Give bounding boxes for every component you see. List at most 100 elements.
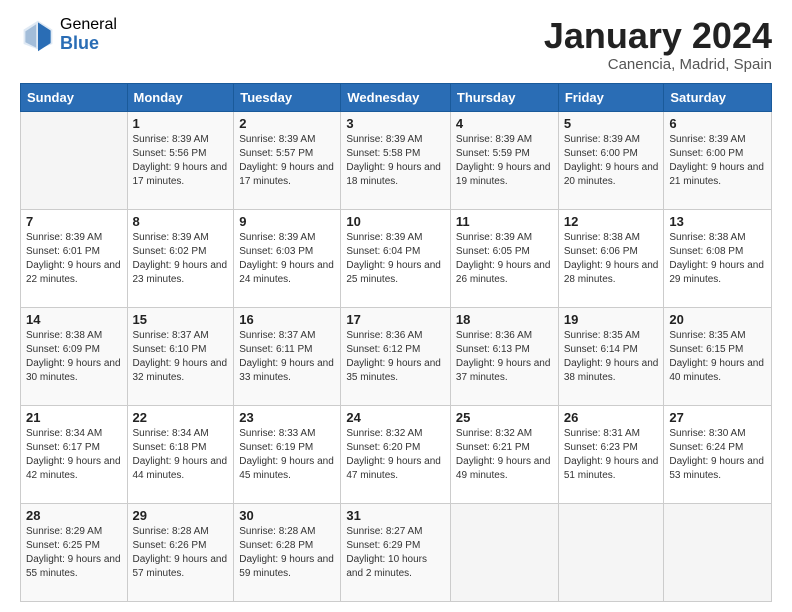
calendar-cell: 31 Sunrise: 8:27 AMSunset: 6:29 PMDaylig… [341,503,451,601]
calendar-cell: 18 Sunrise: 8:36 AMSunset: 6:13 PMDaylig… [450,307,558,405]
calendar-week-row: 28 Sunrise: 8:29 AMSunset: 6:25 PMDaylig… [21,503,772,601]
calendar-cell: 24 Sunrise: 8:32 AMSunset: 6:20 PMDaylig… [341,405,451,503]
header: General Blue January 2024 Canencia, Madr… [20,16,772,73]
day-number: 17 [346,312,445,327]
day-info: Sunrise: 8:32 AMSunset: 6:20 PMDaylight:… [346,428,441,481]
day-number: 21 [26,410,122,425]
day-number: 6 [669,116,766,131]
calendar-cell: 11 Sunrise: 8:39 AMSunset: 6:05 PMDaylig… [450,209,558,307]
logo-icon [20,17,56,53]
calendar-cell: 5 Sunrise: 8:39 AMSunset: 6:00 PMDayligh… [558,111,664,209]
calendar-table: SundayMondayTuesdayWednesdayThursdayFrid… [20,83,772,602]
day-number: 23 [239,410,335,425]
calendar-week-row: 7 Sunrise: 8:39 AMSunset: 6:01 PMDayligh… [21,209,772,307]
day-number: 1 [133,116,229,131]
calendar-week-row: 14 Sunrise: 8:38 AMSunset: 6:09 PMDaylig… [21,307,772,405]
weekday-header-wednesday: Wednesday [341,83,451,111]
day-number: 24 [346,410,445,425]
calendar-cell: 25 Sunrise: 8:32 AMSunset: 6:21 PMDaylig… [450,405,558,503]
day-info: Sunrise: 8:37 AMSunset: 6:11 PMDaylight:… [239,330,334,383]
weekday-header-tuesday: Tuesday [234,83,341,111]
logo-blue: Blue [60,34,117,54]
day-info: Sunrise: 8:39 AMSunset: 6:00 PMDaylight:… [564,134,659,187]
day-info: Sunrise: 8:39 AMSunset: 5:59 PMDaylight:… [456,134,551,187]
weekday-header-monday: Monday [127,83,234,111]
calendar-cell [664,503,772,601]
calendar-cell [558,503,664,601]
calendar-cell: 10 Sunrise: 8:39 AMSunset: 6:04 PMDaylig… [341,209,451,307]
day-number: 8 [133,214,229,229]
calendar-cell: 9 Sunrise: 8:39 AMSunset: 6:03 PMDayligh… [234,209,341,307]
day-number: 13 [669,214,766,229]
day-number: 22 [133,410,229,425]
day-info: Sunrise: 8:35 AMSunset: 6:14 PMDaylight:… [564,330,659,383]
calendar-cell: 7 Sunrise: 8:39 AMSunset: 6:01 PMDayligh… [21,209,128,307]
calendar-cell: 26 Sunrise: 8:31 AMSunset: 6:23 PMDaylig… [558,405,664,503]
day-info: Sunrise: 8:27 AMSunset: 6:29 PMDaylight:… [346,526,427,579]
day-number: 20 [669,312,766,327]
day-info: Sunrise: 8:37 AMSunset: 6:10 PMDaylight:… [133,330,228,383]
calendar-week-row: 21 Sunrise: 8:34 AMSunset: 6:17 PMDaylig… [21,405,772,503]
day-info: Sunrise: 8:36 AMSunset: 6:13 PMDaylight:… [456,330,551,383]
logo: General Blue [20,16,117,53]
calendar-cell: 13 Sunrise: 8:38 AMSunset: 6:08 PMDaylig… [664,209,772,307]
weekday-header-sunday: Sunday [21,83,128,111]
day-number: 28 [26,508,122,523]
day-number: 26 [564,410,659,425]
month-title: January 2024 [544,16,772,56]
location: Canencia, Madrid, Spain [544,56,772,73]
day-number: 29 [133,508,229,523]
weekday-header-friday: Friday [558,83,664,111]
day-number: 16 [239,312,335,327]
calendar-page: General Blue January 2024 Canencia, Madr… [0,0,792,612]
calendar-cell: 23 Sunrise: 8:33 AMSunset: 6:19 PMDaylig… [234,405,341,503]
calendar-cell: 2 Sunrise: 8:39 AMSunset: 5:57 PMDayligh… [234,111,341,209]
day-info: Sunrise: 8:38 AMSunset: 6:08 PMDaylight:… [669,232,764,285]
day-info: Sunrise: 8:39 AMSunset: 5:57 PMDaylight:… [239,134,334,187]
day-number: 9 [239,214,335,229]
calendar-cell: 21 Sunrise: 8:34 AMSunset: 6:17 PMDaylig… [21,405,128,503]
day-info: Sunrise: 8:33 AMSunset: 6:19 PMDaylight:… [239,428,334,481]
day-info: Sunrise: 8:28 AMSunset: 6:28 PMDaylight:… [239,526,334,579]
calendar-cell: 27 Sunrise: 8:30 AMSunset: 6:24 PMDaylig… [664,405,772,503]
day-number: 7 [26,214,122,229]
day-info: Sunrise: 8:39 AMSunset: 6:01 PMDaylight:… [26,232,121,285]
calendar-cell: 29 Sunrise: 8:28 AMSunset: 6:26 PMDaylig… [127,503,234,601]
weekday-header-row: SundayMondayTuesdayWednesdayThursdayFrid… [21,83,772,111]
day-info: Sunrise: 8:38 AMSunset: 6:09 PMDaylight:… [26,330,121,383]
calendar-cell: 17 Sunrise: 8:36 AMSunset: 6:12 PMDaylig… [341,307,451,405]
day-info: Sunrise: 8:34 AMSunset: 6:17 PMDaylight:… [26,428,121,481]
day-number: 3 [346,116,445,131]
calendar-week-row: 1 Sunrise: 8:39 AMSunset: 5:56 PMDayligh… [21,111,772,209]
calendar-cell: 19 Sunrise: 8:35 AMSunset: 6:14 PMDaylig… [558,307,664,405]
calendar-cell: 22 Sunrise: 8:34 AMSunset: 6:18 PMDaylig… [127,405,234,503]
calendar-cell: 12 Sunrise: 8:38 AMSunset: 6:06 PMDaylig… [558,209,664,307]
day-info: Sunrise: 8:39 AMSunset: 6:00 PMDaylight:… [669,134,764,187]
day-info: Sunrise: 8:39 AMSunset: 5:58 PMDaylight:… [346,134,441,187]
day-info: Sunrise: 8:39 AMSunset: 6:02 PMDaylight:… [133,232,228,285]
day-number: 31 [346,508,445,523]
logo-general: General [60,16,117,34]
calendar-cell: 28 Sunrise: 8:29 AMSunset: 6:25 PMDaylig… [21,503,128,601]
day-number: 14 [26,312,122,327]
day-info: Sunrise: 8:39 AMSunset: 5:56 PMDaylight:… [133,134,228,187]
calendar-cell: 6 Sunrise: 8:39 AMSunset: 6:00 PMDayligh… [664,111,772,209]
day-number: 27 [669,410,766,425]
day-number: 2 [239,116,335,131]
day-info: Sunrise: 8:28 AMSunset: 6:26 PMDaylight:… [133,526,228,579]
weekday-header-saturday: Saturday [664,83,772,111]
calendar-cell [21,111,128,209]
day-number: 11 [456,214,553,229]
day-info: Sunrise: 8:34 AMSunset: 6:18 PMDaylight:… [133,428,228,481]
day-info: Sunrise: 8:39 AMSunset: 6:05 PMDaylight:… [456,232,551,285]
calendar-cell: 4 Sunrise: 8:39 AMSunset: 5:59 PMDayligh… [450,111,558,209]
day-number: 18 [456,312,553,327]
calendar-cell: 1 Sunrise: 8:39 AMSunset: 5:56 PMDayligh… [127,111,234,209]
day-info: Sunrise: 8:39 AMSunset: 6:04 PMDaylight:… [346,232,441,285]
calendar-cell [450,503,558,601]
calendar-cell: 15 Sunrise: 8:37 AMSunset: 6:10 PMDaylig… [127,307,234,405]
day-number: 5 [564,116,659,131]
day-number: 19 [564,312,659,327]
day-number: 30 [239,508,335,523]
day-number: 15 [133,312,229,327]
